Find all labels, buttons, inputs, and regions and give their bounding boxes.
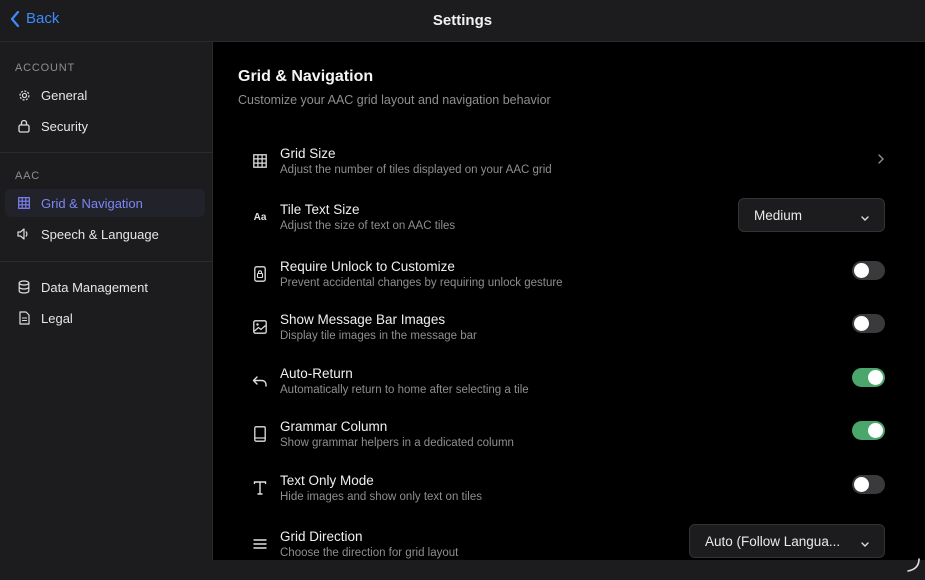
sidebar-section-account: ACCOUNT [15, 62, 75, 74]
setting-title: Auto-Return [280, 366, 353, 381]
setting-auto-return: Auto-Return Automatically return to home… [251, 366, 885, 406]
menu-lines-icon [251, 535, 269, 553]
gear-icon [17, 88, 31, 102]
sidebar-item-general[interactable]: General [5, 81, 205, 109]
setting-description: Prevent accidental changes by requiring … [280, 277, 563, 289]
grammar-column-toggle[interactable] [852, 421, 885, 440]
auto-return-toggle[interactable] [852, 368, 885, 387]
setting-require-unlock: Require Unlock to Customize Prevent acci… [251, 259, 885, 299]
resize-handle-icon[interactable] [905, 557, 921, 578]
grid-icon [251, 152, 269, 170]
book-icon [251, 425, 269, 443]
sidebar: ACCOUNT General Security AAC Grid & Navi… [0, 42, 213, 560]
text-icon [251, 479, 269, 497]
lock-device-icon [251, 265, 269, 283]
sidebar-divider [0, 261, 212, 262]
page-title: Settings [432, 12, 493, 29]
setting-grid-size[interactable]: Grid Size Adjust the number of tiles dis… [251, 146, 885, 186]
chevron-down-icon [860, 537, 870, 552]
grid-icon [17, 196, 31, 210]
sidebar-item-legal[interactable]: Legal [5, 304, 205, 332]
section-subtitle: Customize your AAC grid layout and navig… [238, 93, 551, 107]
sidebar-section-aac: AAC [15, 170, 41, 182]
setting-description: Automatically return to home after selec… [280, 384, 529, 396]
toggle-knob [854, 477, 869, 492]
tile-text-size-select[interactable]: Medium [738, 198, 885, 232]
sidebar-item-label: General [41, 87, 88, 103]
section-title: Grid & Navigation [238, 68, 374, 85]
select-value: Auto (Follow Langua... [705, 533, 841, 549]
document-icon [17, 311, 31, 325]
sidebar-item-speech-language[interactable]: Speech & Language [5, 220, 205, 248]
select-value: Medium [754, 207, 803, 223]
setting-description: Display tile images in the message bar [280, 330, 477, 342]
message-bar-images-toggle[interactable] [852, 314, 885, 333]
text-size-icon: Aa [253, 211, 267, 223]
setting-description: Show grammar helpers in a dedicated colu… [280, 437, 514, 449]
sidebar-item-label: Data Management [41, 279, 148, 295]
top-bar: Back Settings [0, 0, 925, 42]
setting-tile-text-size: Aa Tile Text Size Adjust the size of tex… [251, 198, 885, 242]
text-only-mode-toggle[interactable] [852, 475, 885, 494]
speaker-icon [17, 227, 31, 241]
sidebar-item-grid-navigation[interactable]: Grid & Navigation [5, 189, 205, 217]
setting-text-only-mode: Text Only Mode Hide images and show only… [251, 473, 885, 513]
toggle-knob [868, 370, 883, 385]
setting-title: Text Only Mode [280, 473, 374, 488]
setting-title: Grid Size [280, 146, 336, 161]
sidebar-item-data-management[interactable]: Data Management [5, 273, 205, 301]
toggle-knob [854, 316, 869, 331]
sidebar-divider [0, 152, 212, 153]
setting-title: Tile Text Size [280, 202, 360, 217]
lock-icon [17, 119, 31, 133]
toggle-knob [854, 263, 869, 278]
chevron-down-icon [860, 211, 870, 226]
setting-title: Require Unlock to Customize [280, 259, 455, 274]
sidebar-item-security[interactable]: Security [5, 112, 205, 140]
database-icon [17, 280, 31, 294]
settings-panel: Grid & Navigation Customize your AAC gri… [213, 42, 925, 560]
setting-grammar-column: Grammar Column Show grammar helpers in a… [251, 419, 885, 459]
setting-description: Adjust the size of text on AAC tiles [280, 220, 456, 232]
require-unlock-toggle[interactable] [852, 261, 885, 280]
setting-description: Choose the direction for grid layout [280, 547, 459, 559]
setting-title: Show Message Bar Images [280, 312, 446, 327]
setting-description: Hide images and show only text on tiles [280, 491, 482, 503]
setting-description: Adjust the number of tiles displayed on … [280, 164, 552, 176]
toggle-knob [868, 423, 883, 438]
sidebar-item-label: Grid & Navigation [41, 195, 143, 211]
image-icon [251, 318, 269, 336]
setting-title: Grammar Column [280, 419, 388, 434]
chevron-right-icon [877, 152, 885, 171]
setting-title: Grid Direction [280, 529, 363, 544]
undo-icon [251, 372, 269, 390]
grid-direction-select[interactable]: Auto (Follow Langua... [689, 524, 885, 558]
sidebar-item-label: Speech & Language [41, 226, 159, 242]
bottom-bar [0, 560, 925, 580]
sidebar-item-label: Security [41, 118, 88, 134]
sidebar-item-label: Legal [41, 310, 73, 326]
setting-message-bar-images: Show Message Bar Images Display tile ima… [251, 312, 885, 352]
